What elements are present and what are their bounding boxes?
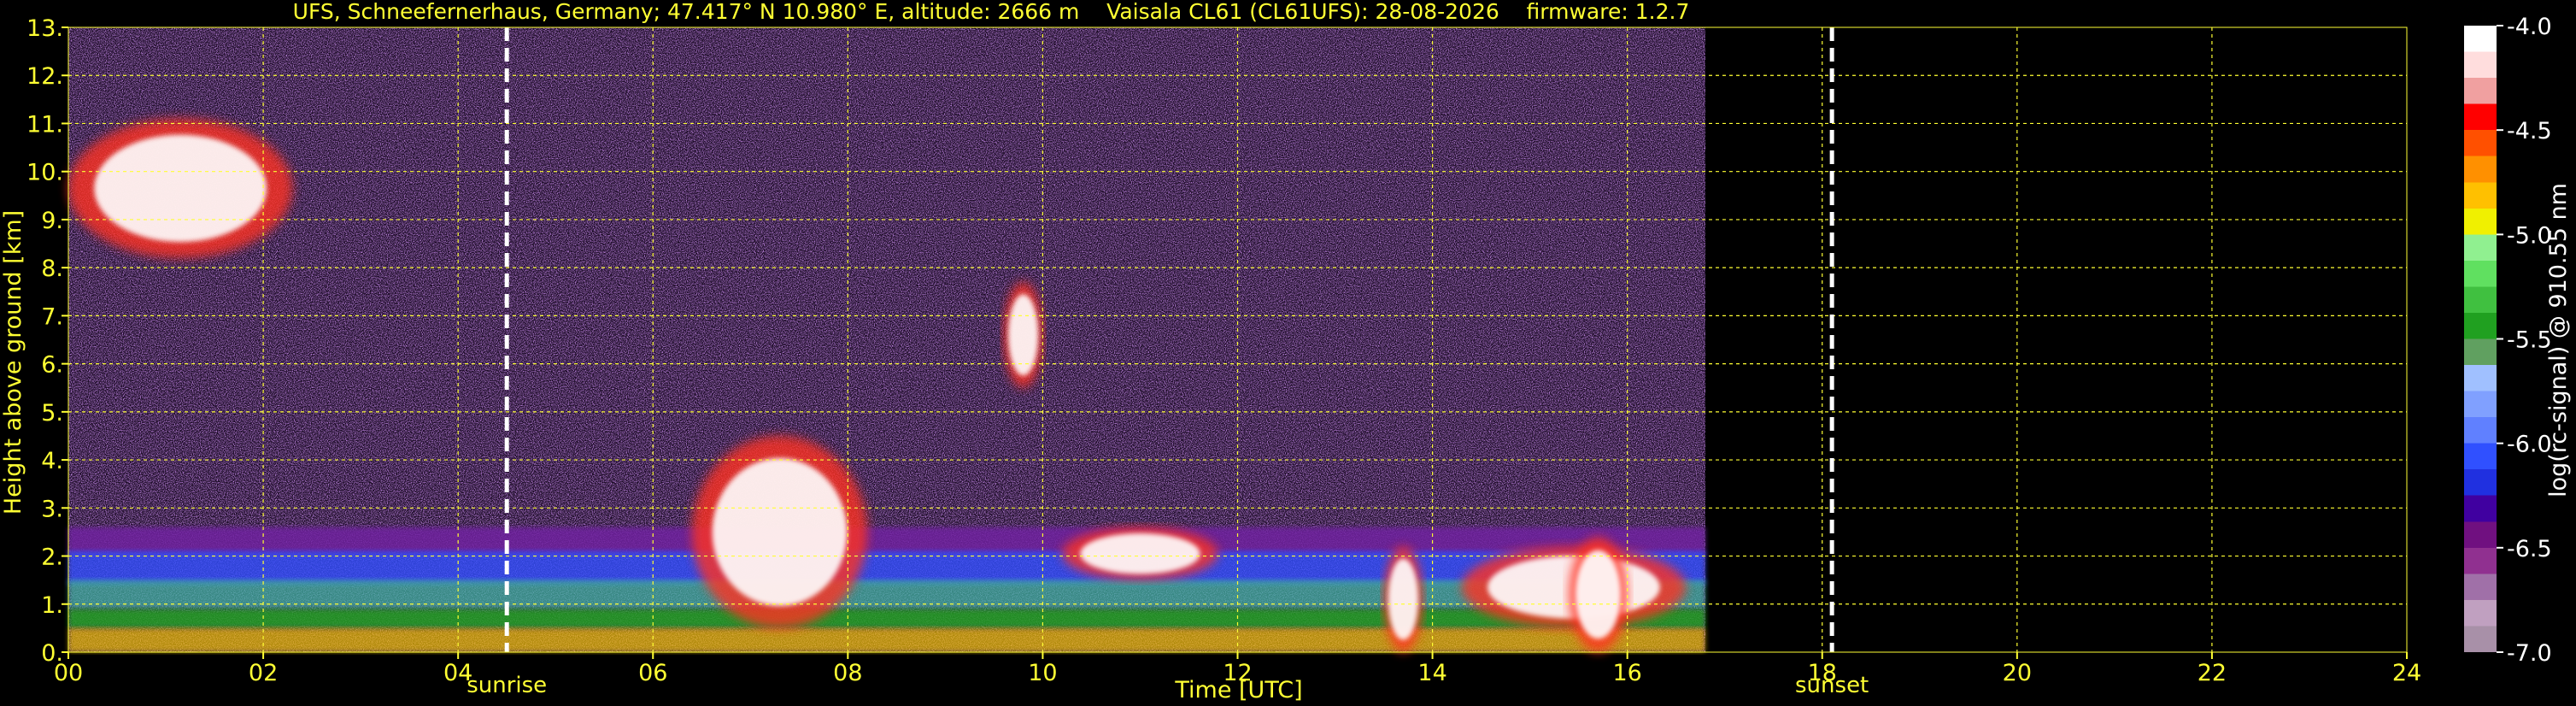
y-tick-label-4: 4.	[41, 448, 63, 474]
cloud-core	[1080, 532, 1200, 574]
y-axis-ticks: 0. 1. 2. 3. 4. 5. 6. 7. 8. 9. 10. 11. 12. 13.	[26, 15, 68, 667]
chart-title: UFS, Schneefernerhaus, Germany; 47.417° …	[293, 0, 1690, 24]
boundary-layer-1	[68, 527, 1705, 652]
cloud-4	[1062, 527, 1218, 580]
colorbar: -4.0-4.5-5.0-5.5-6.0-6.5-7.0 log(rc-sign…	[2464, 14, 2572, 667]
marker-label-sunrise: sunrise	[466, 673, 547, 698]
x-tick-label-7: 14	[1417, 660, 1446, 686]
y-tick-label-9: 9.	[41, 208, 63, 234]
cloud-7	[1569, 537, 1628, 652]
y-tick-label-13: 13.	[26, 15, 63, 42]
y-tick-label-0: 0.	[41, 640, 63, 667]
boundary-layer-band-4	[68, 627, 1705, 652]
x-tick-label-10: 20	[2003, 660, 2032, 686]
cloud-5	[1383, 546, 1423, 653]
boundary-layer-band-2	[68, 580, 1705, 609]
y-tick-label-3: 3.	[41, 496, 63, 522]
colorbar-ticks: -4.0-4.5-5.0-5.5-6.0-6.5-7.0	[2497, 14, 2552, 667]
backscatter-field	[68, 27, 1705, 653]
y-tick-label-10: 10.	[26, 160, 63, 186]
chart: sunrise sunset 00 02 04 06 08 10 12 14 16 18 20 22 24…	[0, 0, 2572, 703]
cloud-core	[1576, 550, 1621, 639]
colorbar-tick-label-0: -4.0	[2507, 14, 2552, 40]
x-tick-label-5: 10	[1028, 660, 1057, 686]
x-tick-label-8: 16	[1612, 660, 1641, 686]
colorbar-scale	[2464, 26, 2497, 652]
y-tick-label-2: 2.	[41, 544, 63, 571]
cloud-core	[712, 457, 848, 606]
y-tick-label-1: 1.	[41, 592, 63, 619]
y-tick-label-11: 11.	[26, 111, 63, 138]
x-tick-label-11: 22	[2198, 660, 2227, 686]
y-tick-label-7: 7.	[41, 303, 63, 330]
colorbar-label: log(rc-signal) @ 910.55 nm	[2545, 183, 2572, 497]
cloud-0	[68, 118, 293, 258]
x-tick-label-4: 08	[833, 660, 862, 686]
boundary-layer-band-1	[68, 550, 1705, 585]
cloud-3	[1003, 282, 1043, 388]
x-tick-label-12: 24	[2392, 660, 2421, 686]
y-tick-label-8: 8.	[41, 256, 63, 282]
x-tick-label-2: 04	[443, 660, 472, 686]
colorbar-tick-label-1: -4.5	[2507, 118, 2552, 144]
cloud-2	[691, 435, 868, 628]
boundary-layer-band-3	[68, 609, 1705, 628]
y-tick-label-6: 6.	[41, 352, 63, 379]
x-tick-label-1: 02	[249, 660, 278, 686]
cloud-core	[94, 134, 267, 243]
cloud-core	[1388, 558, 1418, 640]
y-axis-label: Height above ground [km]	[0, 210, 26, 515]
y-tick-label-12: 12.	[26, 63, 63, 90]
x-tick-label-9: 18	[1808, 660, 1837, 686]
colorbar-tick-label-5: -6.5	[2507, 536, 2552, 562]
x-axis-label: Time [UTC]	[1174, 677, 1302, 703]
y-tick-label-5: 5.	[41, 400, 63, 427]
x-tick-label-3: 06	[638, 660, 667, 686]
colorbar-tick-label-6: -7.0	[2507, 640, 2552, 667]
plot-area: sunrise sunset	[67, 26, 2408, 698]
